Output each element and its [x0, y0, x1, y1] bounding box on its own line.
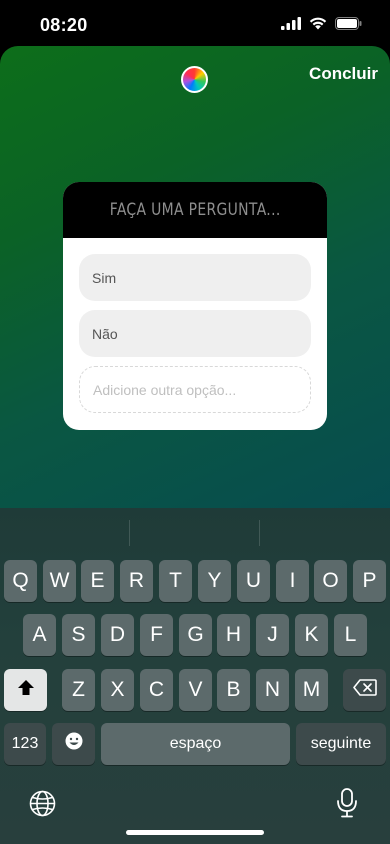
key-h[interactable]: H	[217, 614, 250, 656]
backspace-icon	[352, 678, 377, 702]
key-n[interactable]: N	[256, 669, 289, 711]
poll-question-placeholder: FAÇA UMA PERGUNTA...	[109, 200, 281, 220]
numbers-key[interactable]: 123	[4, 723, 46, 765]
return-key[interactable]: seguinte	[296, 723, 386, 765]
key-t[interactable]: T	[159, 560, 192, 602]
poll-sticker[interactable]: FAÇA UMA PERGUNTA... Sim Não Adicione ou…	[63, 182, 327, 430]
key-k[interactable]: K	[295, 614, 328, 656]
key-q[interactable]: Q	[4, 560, 37, 602]
microphone-icon[interactable]	[336, 788, 358, 823]
battery-icon	[335, 17, 362, 35]
add-option-field[interactable]: Adicione outra opção...	[79, 366, 311, 413]
key-o[interactable]: O	[314, 560, 347, 602]
key-u[interactable]: U	[237, 560, 270, 602]
key-g[interactable]: G	[179, 614, 212, 656]
key-b[interactable]: B	[217, 669, 250, 711]
keyboard: Q W E R T Y U I O P A S D F G H J K L Z …	[0, 508, 390, 844]
key-s[interactable]: S	[62, 614, 95, 656]
emoji-icon	[64, 731, 84, 757]
key-w[interactable]: W	[43, 560, 76, 602]
key-x[interactable]: X	[101, 669, 134, 711]
poll-question-field[interactable]: FAÇA UMA PERGUNTA...	[63, 182, 327, 238]
suggestion-divider	[259, 520, 260, 546]
home-indicator	[126, 830, 264, 835]
suggestion-bar[interactable]	[0, 508, 390, 558]
key-m[interactable]: M	[295, 669, 328, 711]
key-v[interactable]: V	[179, 669, 212, 711]
key-p[interactable]: P	[353, 560, 386, 602]
key-y[interactable]: Y	[198, 560, 231, 602]
suggestion-divider	[129, 520, 130, 546]
wifi-icon	[309, 17, 327, 35]
done-button[interactable]: Concluir	[309, 64, 378, 84]
key-d[interactable]: D	[101, 614, 134, 656]
key-j[interactable]: J	[256, 614, 289, 656]
key-a[interactable]: A	[23, 614, 56, 656]
poll-option-1[interactable]: Sim	[79, 254, 311, 301]
status-icons	[281, 17, 362, 35]
shift-icon	[17, 678, 35, 702]
emoji-key[interactable]	[52, 723, 95, 765]
space-key[interactable]: espaço	[101, 723, 290, 765]
poll-option-2[interactable]: Não	[79, 310, 311, 357]
key-z[interactable]: Z	[62, 669, 95, 711]
key-i[interactable]: I	[276, 560, 309, 602]
shift-key[interactable]	[4, 669, 47, 711]
key-f[interactable]: F	[140, 614, 173, 656]
key-e[interactable]: E	[81, 560, 114, 602]
story-canvas[interactable]: Concluir FAÇA UMA PERGUNTA... Sim Não Ad…	[0, 46, 390, 516]
status-bar: 08:20	[0, 0, 390, 46]
key-c[interactable]: C	[140, 669, 173, 711]
key-r[interactable]: R	[120, 560, 153, 602]
color-picker-icon[interactable]	[181, 66, 208, 93]
globe-icon[interactable]	[29, 790, 56, 822]
add-option-placeholder: Adicione outra opção...	[93, 381, 237, 398]
status-time: 08:20	[40, 15, 88, 35]
signal-icon	[281, 17, 301, 35]
poll-option-label: Sim	[92, 269, 117, 286]
backspace-key[interactable]	[343, 669, 386, 711]
key-l[interactable]: L	[334, 614, 367, 656]
poll-option-label: Não	[92, 325, 118, 342]
